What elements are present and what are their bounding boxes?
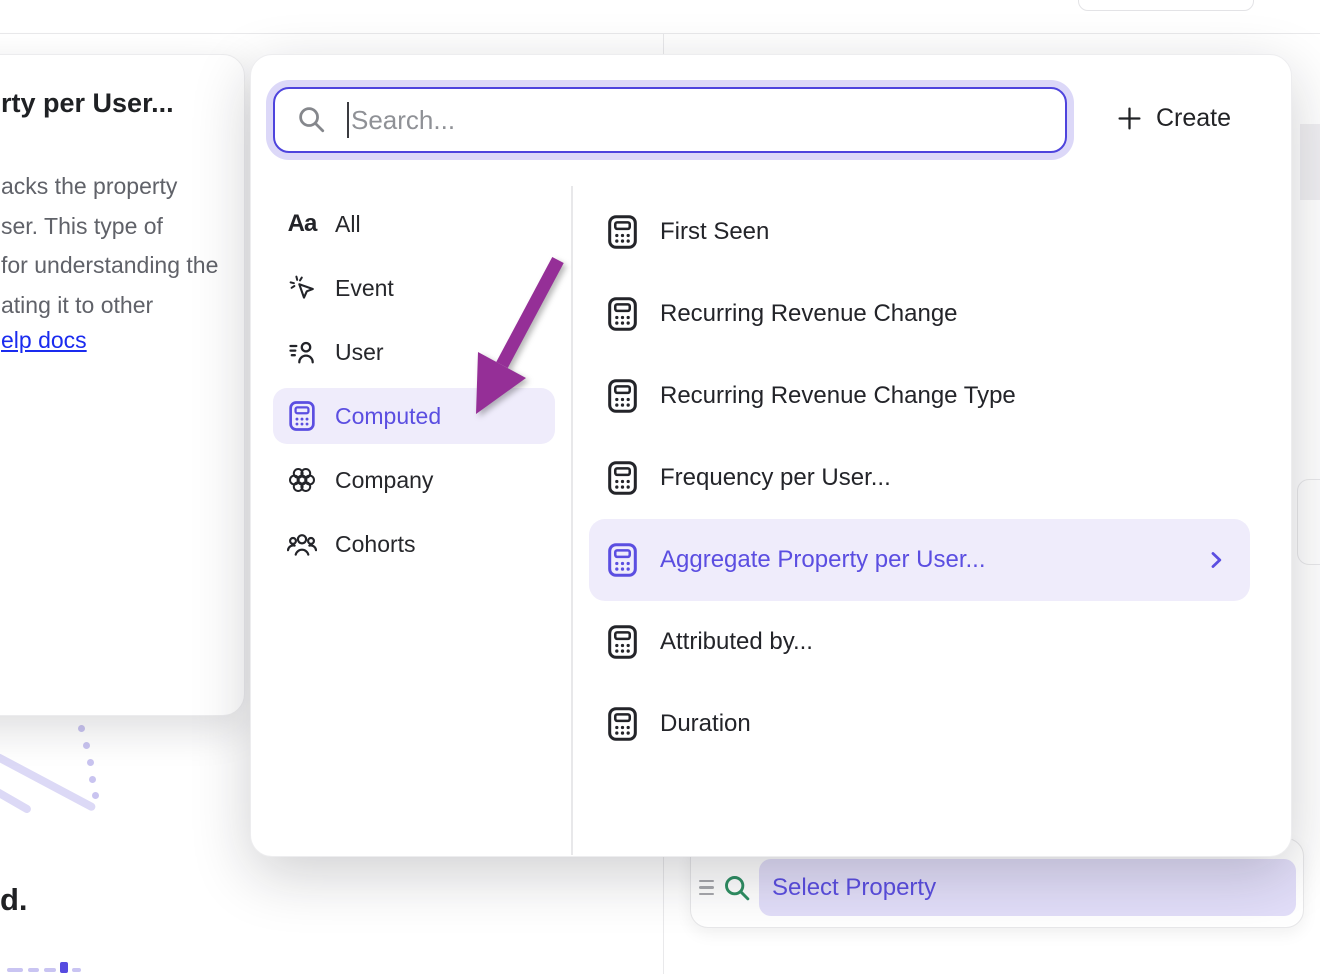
user-list-icon	[287, 341, 317, 364]
search-field[interactable]	[273, 87, 1067, 153]
calculator-icon	[606, 707, 638, 741]
select-property-label: Select Property	[772, 874, 936, 902]
category-label: All	[335, 211, 361, 238]
category-label: Company	[335, 467, 433, 494]
calculator-icon	[287, 401, 317, 431]
event-click-icon	[287, 275, 317, 301]
search-icon	[297, 105, 326, 134]
decorative-line	[0, 787, 32, 815]
background-panel-fragment	[1300, 124, 1320, 200]
property-label: Frequency per User...	[660, 464, 891, 492]
property-label: First Seen	[660, 218, 769, 246]
decorative-dot	[89, 776, 96, 783]
plus-icon	[1117, 106, 1142, 131]
category-user[interactable]: User	[273, 324, 555, 380]
category-label: Computed	[335, 403, 441, 430]
column-divider	[571, 186, 573, 855]
background-card-fragment	[1297, 479, 1320, 565]
category-event[interactable]: Event	[273, 260, 555, 316]
tooltip-body-line: ser. This type of	[1, 207, 218, 247]
category-label: Event	[335, 275, 394, 302]
property-duration[interactable]: Duration	[589, 683, 1250, 765]
screen: rty per User... acks the property ser. T…	[0, 0, 1320, 974]
calculator-icon	[606, 543, 638, 577]
cutoff-button-fragment	[1078, 0, 1254, 11]
calculator-icon	[606, 625, 638, 659]
cutoff-text-fragment	[60, 962, 68, 973]
cutoff-text-fragment	[7, 968, 23, 972]
decorative-dot	[83, 742, 90, 749]
decorative-dot	[78, 725, 85, 732]
select-property-button[interactable]: Select Property	[759, 859, 1296, 916]
property-label: Recurring Revenue Change Type	[660, 382, 1016, 410]
chevron-right-icon	[1206, 548, 1226, 572]
cohorts-icon	[287, 533, 317, 556]
cutoff-text-fragment	[72, 968, 81, 972]
search-icon	[723, 874, 751, 902]
help-docs-link[interactable]: elp docs	[1, 327, 87, 354]
tooltip-title: rty per User...	[1, 88, 174, 119]
calculator-icon	[606, 461, 638, 495]
property-label: Recurring Revenue Change	[660, 300, 958, 328]
decorative-dot	[92, 792, 99, 799]
property-label: Duration	[660, 710, 751, 738]
cutoff-text-fragment	[28, 968, 39, 972]
category-all[interactable]: Aa All	[273, 196, 555, 252]
decorative-dot	[87, 759, 94, 766]
category-computed[interactable]: Computed	[273, 388, 555, 444]
category-list: Aa All Event	[273, 196, 555, 580]
property-label: Aggregate Property per User...	[660, 546, 986, 574]
create-button[interactable]: Create	[1109, 95, 1239, 141]
property-frequency-per-user[interactable]: Frequency per User...	[589, 437, 1250, 519]
drag-handle-icon[interactable]	[699, 880, 717, 896]
property-label: Attributed by...	[660, 628, 813, 656]
calculator-icon	[606, 379, 638, 413]
property-first-seen[interactable]: First Seen	[589, 191, 1250, 273]
tooltip-body-line: ating it to other	[1, 286, 218, 326]
text-aa-icon: Aa	[287, 210, 317, 238]
cutoff-text-fragment	[44, 968, 56, 972]
tooltip-body-line: for understanding the	[1, 246, 218, 286]
page-horizontal-divider	[0, 33, 1320, 34]
property-attributed-by[interactable]: Attributed by...	[589, 601, 1250, 683]
category-cohorts[interactable]: Cohorts	[273, 516, 555, 572]
category-label: User	[335, 339, 384, 366]
property-picker-modal: Create Aa All Event	[250, 54, 1292, 857]
property-aggregate-property-per-user[interactable]: Aggregate Property per User...	[589, 519, 1250, 601]
calculator-icon	[606, 215, 638, 249]
create-button-label: Create	[1156, 104, 1231, 133]
tooltip-body: acks the property ser. This type of for …	[1, 167, 218, 325]
category-company[interactable]: Company	[273, 452, 555, 508]
cutoff-text: d.	[0, 882, 28, 918]
property-recurring-revenue-change[interactable]: Recurring Revenue Change	[589, 273, 1250, 355]
tooltip-body-line: acks the property	[1, 167, 218, 207]
search-input[interactable]	[337, 93, 1063, 148]
property-list: First Seen Recurring Revenue Change Recu…	[589, 191, 1250, 765]
property-recurring-revenue-change-type[interactable]: Recurring Revenue Change Type	[589, 355, 1250, 437]
category-label: Cohorts	[335, 531, 416, 558]
company-cluster-icon	[287, 467, 317, 493]
calculator-icon	[606, 297, 638, 331]
property-tooltip-card: rty per User... acks the property ser. T…	[0, 54, 245, 716]
